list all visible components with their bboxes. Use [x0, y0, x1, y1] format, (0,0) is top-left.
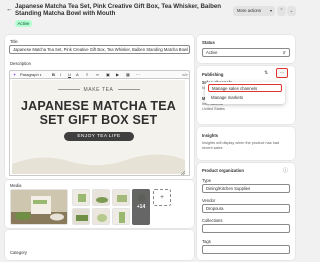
back-arrow-icon[interactable]: ←: [6, 6, 13, 13]
media-thumb-2[interactable]: [92, 189, 110, 206]
tags-input[interactable]: [202, 245, 290, 254]
status-badge: Active: [15, 20, 32, 27]
more-actions-button[interactable]: More actions ▾: [233, 6, 275, 16]
resize-handle-icon[interactable]: [180, 170, 186, 176]
media-main-image[interactable]: [10, 189, 68, 225]
chevron-down-icon: ▾: [39, 73, 42, 77]
media-thumb-5[interactable]: [72, 208, 90, 225]
info-icon[interactable]: ⓘ: [283, 167, 288, 174]
more-actions-label: More actions: [237, 8, 261, 13]
next-product-button[interactable]: ⌄: [287, 6, 296, 16]
more-horizontal-icon: ⋯: [279, 70, 285, 76]
banner-small-title: MAKE TEA: [57, 87, 140, 93]
type-input[interactable]: Dining/Kitchen Supplies: [202, 184, 290, 193]
category-card: [5, 230, 194, 260]
description-label: Description: [10, 61, 31, 66]
collections-label: Collections: [202, 218, 223, 223]
type-label: Type: [202, 178, 212, 183]
previous-product-button[interactable]: ⌃: [277, 6, 286, 16]
add-media-button[interactable]: +: [153, 189, 171, 206]
manage-markets-item[interactable]: Manage markets: [208, 94, 282, 102]
category-label: Category: [10, 250, 27, 255]
chevron-up-icon: ⌃: [279, 8, 284, 14]
image-thumb-icon: [113, 190, 129, 205]
chevron-down-icon: ▾: [269, 8, 272, 13]
plus-icon: +: [159, 194, 165, 201]
media-label: Media: [10, 183, 22, 188]
media-thumb-3[interactable]: [112, 189, 130, 206]
publishing-dropdown-menu: Manage sales channels Manage markets: [205, 82, 285, 104]
title-label: Title: [10, 39, 18, 44]
editor-toolbar: ✦ Paragraph ▾ B I U A ≡ ∞ ▣ ▶ ▦ ⋯ </>: [9, 70, 190, 78]
banner-pill: ENJOY TEA LIFE: [64, 132, 134, 141]
manage-sales-channels-item[interactable]: Manage sales channels: [208, 84, 282, 92]
insights-text: Insights will display when the product h…: [202, 141, 280, 150]
status-label: Status: [202, 40, 215, 45]
page-title: Japanese Matcha Tea Set, Pink Creative G…: [15, 3, 222, 18]
title-input[interactable]: Japanese Matcha Tea Set, Pink Creative G…: [9, 45, 190, 54]
vendor-input[interactable]: Dropoura: [202, 204, 290, 213]
media-thumb-1[interactable]: [72, 189, 90, 206]
publishing-status-icon: ⇅: [264, 70, 269, 76]
chevron-down-icon: ⌄: [289, 8, 294, 14]
image-thumb-icon: [93, 190, 109, 205]
tags-label: Tags: [202, 239, 211, 244]
more-media-overlay[interactable]: +14: [132, 189, 150, 225]
vendor-label: Vendor: [202, 198, 216, 203]
matcha-set-image-icon: [11, 190, 67, 224]
chevron-down-icon: ⇵: [282, 50, 286, 55]
format-select-label: Paragraph: [20, 72, 39, 77]
image-thumb-icon: [73, 209, 89, 224]
image-thumb-icon: [93, 209, 109, 224]
image-thumb-icon: [113, 209, 129, 224]
collections-input[interactable]: [202, 224, 290, 233]
description-banner-image: MAKE TEA JAPANESE MATCHA TEA SET GIFT BO…: [12, 80, 185, 174]
status-select-value: Active: [206, 50, 218, 55]
image-thumb-icon: [73, 190, 89, 205]
markets-line-2: United States: [202, 107, 225, 111]
media-thumb-6[interactable]: [92, 208, 110, 225]
media-thumb-7[interactable]: [112, 208, 130, 225]
publishing-menu-button[interactable]: ⋯: [276, 68, 288, 78]
banner-main-title: JAPANESE MATCHA TEA SET GIFT BOX SET: [21, 99, 176, 127]
publishing-label: Publishing: [202, 72, 224, 77]
insights-label: Insights: [202, 133, 219, 138]
product-organization-label: Product organization: [202, 168, 244, 173]
status-select[interactable]: Active ⇵: [202, 48, 290, 57]
banner-landscape-decoration: [12, 154, 185, 174]
